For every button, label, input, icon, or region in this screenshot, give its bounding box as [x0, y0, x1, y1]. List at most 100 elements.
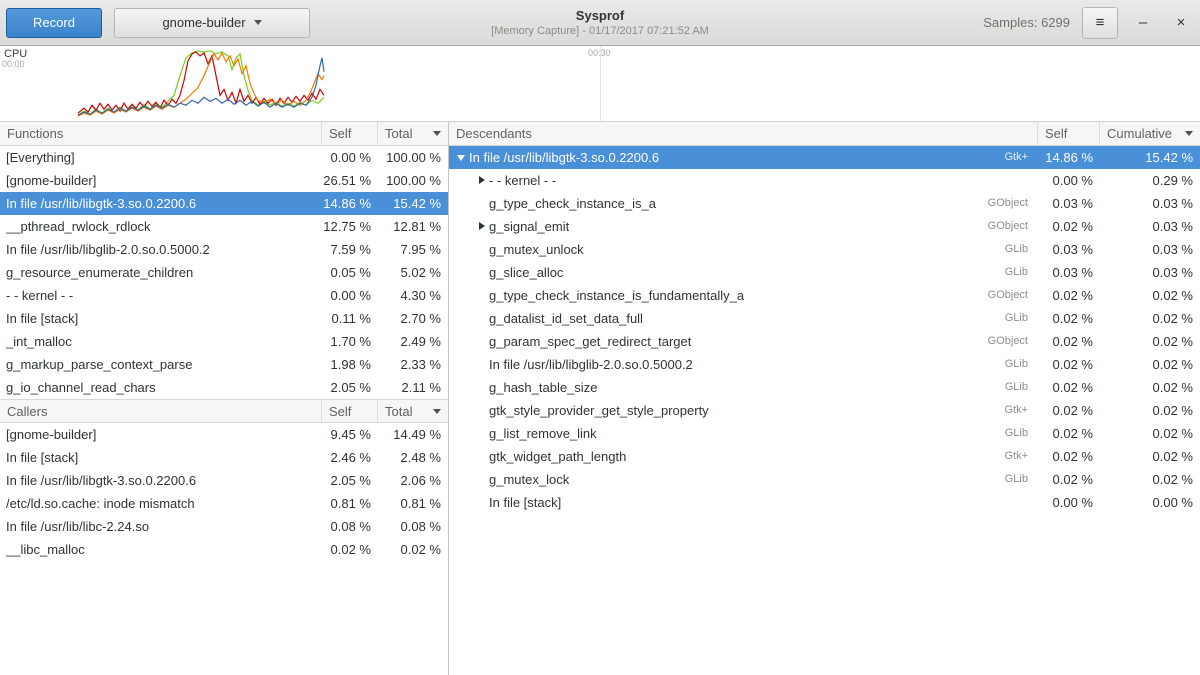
table-row[interactable]: g_hash_table_sizeGLib0.02 %0.02 % — [449, 376, 1200, 399]
cumulative-percent: 0.02 % — [1100, 445, 1200, 468]
function-name: In file /usr/lib/libgtk-3.so.0.2200.6 — [0, 192, 322, 215]
descendants-column-header[interactable]: Descendants — [449, 122, 1038, 145]
total-percent: 12.81 % — [378, 215, 448, 238]
callers-self-column-header[interactable]: Self — [322, 400, 378, 422]
total-percent: 14.49 % — [378, 423, 448, 446]
descendants-self-column-header[interactable]: Self — [1038, 122, 1100, 145]
table-row[interactable]: g_io_channel_read_chars2.05 %2.11 % — [0, 376, 448, 399]
process-selector-dropdown[interactable]: gnome-builder — [114, 8, 310, 38]
table-row[interactable]: __libc_malloc0.02 %0.02 % — [0, 538, 448, 561]
close-button[interactable]: × — [1168, 8, 1194, 38]
callers-total-column-header[interactable]: Total — [378, 400, 448, 422]
descendant-name-cell: g_list_remove_linkGLib — [449, 422, 1038, 445]
expander-icon[interactable] — [455, 146, 469, 169]
table-row[interactable]: g_param_spec_get_redirect_targetGObject0… — [449, 330, 1200, 353]
self-percent: 0.81 % — [322, 492, 378, 515]
minimize-button[interactable]: – — [1130, 8, 1156, 38]
table-row[interactable]: g_signal_emitGObject0.02 %0.03 % — [449, 215, 1200, 238]
table-row[interactable]: In file /usr/lib/libgtk-3.so.0.2200.614.… — [0, 192, 448, 215]
self-percent: 7.59 % — [322, 238, 378, 261]
table-row[interactable]: /etc/ld.so.cache: inode mismatch0.81 %0.… — [0, 492, 448, 515]
self-header-label: Self — [329, 126, 351, 141]
table-row[interactable]: gtk_style_provider_get_style_propertyGtk… — [449, 399, 1200, 422]
callers-column-header[interactable]: Callers — [0, 400, 322, 422]
tree-indent — [455, 249, 475, 250]
function-name: - - kernel - - — [0, 284, 322, 307]
total-percent: 2.48 % — [378, 446, 448, 469]
callers-header-label: Callers — [7, 404, 47, 419]
functions-total-column-header[interactable]: Total — [378, 122, 448, 145]
descendant-name-cell: In file /usr/lib/libgtk-3.so.0.2200.6Gtk… — [449, 146, 1038, 169]
sort-arrow-icon — [433, 409, 441, 414]
functions-self-column-header[interactable]: Self — [322, 122, 378, 145]
self-percent: 14.86 % — [1038, 146, 1100, 169]
table-row[interactable]: g_mutex_unlockGLib0.03 %0.03 % — [449, 238, 1200, 261]
record-button[interactable]: Record — [6, 8, 102, 38]
tree-indent — [455, 479, 475, 480]
table-row[interactable]: gtk_widget_path_lengthGtk+0.02 %0.02 % — [449, 445, 1200, 468]
function-name: g_param_spec_get_redirect_target — [489, 330, 691, 353]
expander-spacer — [475, 445, 489, 468]
cumulative-percent: 0.03 % — [1100, 261, 1200, 284]
table-row[interactable]: In file /usr/lib/libglib-2.0.so.0.5000.2… — [0, 238, 448, 261]
self-percent: 1.70 % — [322, 330, 378, 353]
table-row[interactable]: [gnome-builder]26.51 %100.00 % — [0, 169, 448, 192]
self-header-label: Self — [329, 404, 351, 419]
cumulative-percent: 0.02 % — [1100, 307, 1200, 330]
cumulative-percent: 0.02 % — [1100, 399, 1200, 422]
tree-indent — [455, 318, 475, 319]
table-row[interactable]: In file /usr/lib/libglib-2.0.so.0.5000.2… — [449, 353, 1200, 376]
table-row[interactable]: [gnome-builder]9.45 %14.49 % — [0, 423, 448, 446]
table-row[interactable]: g_list_remove_linkGLib0.02 %0.02 % — [449, 422, 1200, 445]
function-name: gtk_style_provider_get_style_property — [489, 399, 709, 422]
sysprof-window: Record gnome-builder Sysprof [Memory Cap… — [0, 0, 1200, 675]
table-row[interactable]: [Everything]0.00 %100.00 % — [0, 146, 448, 169]
expander-icon[interactable] — [475, 169, 489, 192]
table-row[interactable]: g_type_check_instance_is_aGObject0.03 %0… — [449, 192, 1200, 215]
cumulative-percent: 15.42 % — [1100, 146, 1200, 169]
self-percent: 1.98 % — [322, 353, 378, 376]
total-percent: 0.08 % — [378, 515, 448, 538]
total-percent: 7.95 % — [378, 238, 448, 261]
self-percent: 0.02 % — [1038, 445, 1100, 468]
functions-column-header[interactable]: Functions — [0, 122, 322, 145]
tree-indent — [455, 180, 475, 181]
cpu-graph-panel[interactable]: CPU 00:00 00:30 — [0, 46, 1200, 122]
table-row[interactable]: - - kernel - -0.00 %4.30 % — [0, 284, 448, 307]
descendants-cumulative-column-header[interactable]: Cumulative — [1100, 122, 1200, 145]
table-row[interactable]: g_datalist_id_set_data_fullGLib0.02 %0.0… — [449, 307, 1200, 330]
table-row[interactable]: In file /usr/lib/libgtk-3.so.0.2200.62.0… — [0, 469, 448, 492]
table-row[interactable]: g_type_check_instance_is_fundamentally_a… — [449, 284, 1200, 307]
total-percent: 15.42 % — [378, 192, 448, 215]
table-row[interactable]: _int_malloc1.70 %2.49 % — [0, 330, 448, 353]
function-name: g_mutex_unlock — [489, 238, 584, 261]
table-row[interactable]: g_resource_enumerate_children0.05 %5.02 … — [0, 261, 448, 284]
table-row[interactable]: In file [stack]2.46 %2.48 % — [0, 446, 448, 469]
table-row[interactable]: In file /usr/lib/libc-2.24.so0.08 %0.08 … — [0, 515, 448, 538]
self-percent: 0.08 % — [322, 515, 378, 538]
main-panes: Functions Self Total [Everything]0.00 %1… — [0, 122, 1200, 675]
descendant-name-cell: g_hash_table_sizeGLib — [449, 376, 1038, 399]
cumulative-percent: 0.03 % — [1100, 215, 1200, 238]
self-percent: 0.02 % — [1038, 422, 1100, 445]
process-selector-label: gnome-builder — [162, 15, 245, 30]
table-row[interactable]: In file [stack]0.00 %0.00 % — [449, 491, 1200, 514]
table-row[interactable]: In file /usr/lib/libgtk-3.so.0.2200.6Gtk… — [449, 146, 1200, 169]
table-row[interactable]: In file [stack]0.11 %2.70 % — [0, 307, 448, 330]
samples-count: Samples: 6299 — [983, 15, 1070, 30]
cumulative-percent: 0.03 % — [1100, 238, 1200, 261]
expander-icon[interactable] — [475, 215, 489, 238]
table-row[interactable]: - - kernel - -0.00 %0.29 % — [449, 169, 1200, 192]
headerbar: Record gnome-builder Sysprof [Memory Cap… — [0, 0, 1200, 46]
menu-button[interactable]: ≡ — [1082, 7, 1118, 39]
table-row[interactable]: __pthread_rwlock_rdlock12.75 %12.81 % — [0, 215, 448, 238]
table-row[interactable]: g_markup_parse_context_parse1.98 %2.33 % — [0, 353, 448, 376]
chevron-down-icon — [254, 20, 262, 25]
library-tag: GObject — [980, 330, 1032, 353]
cumulative-percent: 0.02 % — [1100, 284, 1200, 307]
function-name: g_list_remove_link — [489, 422, 597, 445]
table-row[interactable]: g_mutex_lockGLib0.02 %0.02 % — [449, 468, 1200, 491]
table-row[interactable]: g_slice_allocGLib0.03 %0.03 % — [449, 261, 1200, 284]
expander-spacer — [475, 399, 489, 422]
expander-spacer — [475, 491, 489, 514]
